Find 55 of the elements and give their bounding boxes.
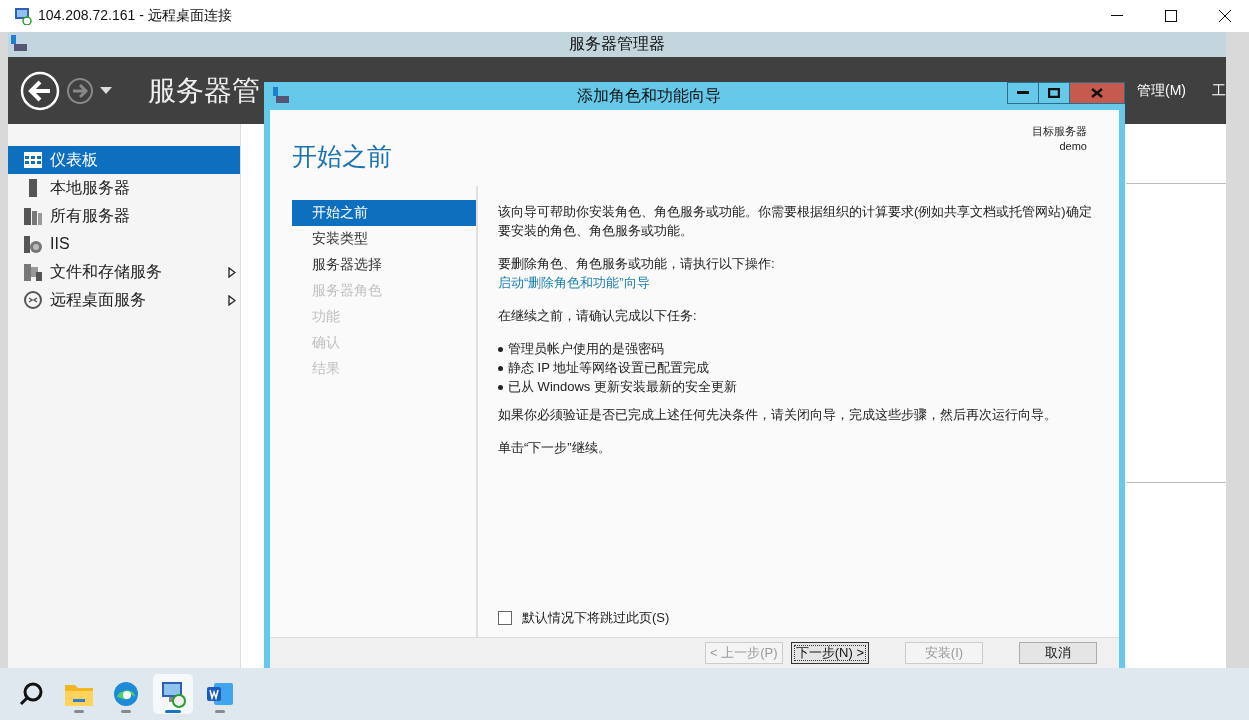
file-server-icon — [24, 263, 42, 281]
window-title: 104.208.72.161 - 远程桌面连接 — [38, 7, 233, 25]
maximize-icon — [1165, 10, 1177, 22]
remote-taskbar-icon[interactable] — [153, 674, 193, 714]
minimize-icon — [1017, 91, 1029, 95]
expand-arrow-icon[interactable] — [228, 294, 236, 306]
dropdown-caret-icon[interactable] — [100, 86, 112, 95]
sidebar-item[interactable]: 仪表板 — [8, 146, 240, 174]
bullet-icon — [498, 347, 503, 352]
wizard-icon — [272, 87, 290, 105]
tasks-intro: 在继续之前，请确认完成以下任务: — [498, 307, 698, 325]
menu-item[interactable]: 管理(M) — [1137, 81, 1186, 100]
remove-wizard-link[interactable]: 启动“删除角色和功能”向导 — [498, 275, 650, 290]
wizard-button[interactable]: 取消 — [1019, 642, 1097, 664]
page-title: 服务器管 — [148, 73, 260, 108]
target-server-name: demo — [1058, 139, 1087, 154]
sidebar-item[interactable]: IIS — [8, 230, 240, 258]
skip-checkbox[interactable] — [498, 610, 512, 625]
expand-arrow-icon[interactable] — [228, 266, 236, 278]
maximize-icon — [1048, 88, 1060, 98]
close-icon — [1091, 88, 1103, 98]
checkbox-label: 默认情况下将跳过此页(S) — [522, 609, 670, 627]
wizard-step[interactable]: 安装类型 — [292, 226, 476, 252]
iis-server-icon — [24, 235, 42, 253]
wizard-step[interactable]: 开始之前 — [292, 200, 476, 226]
server-manager-icon — [10, 35, 28, 53]
intro-text: 该向导可帮助你安装角色、角色服务或功能。你需要根据组织的计算要求(例如共享文档或托管网站)确定要安装的角色、角色服务或功能。 — [498, 203, 1093, 240]
forward-button[interactable] — [66, 76, 94, 105]
verify-note: 如果你必须验证是否已完成上述任何先决条件，请关闭向导，完成这些步骤，然后再次运行向导。 — [498, 406, 1058, 424]
servers-icon — [24, 207, 42, 225]
bullet-icon — [498, 366, 503, 371]
task-item: 已从 Windows 更新安装最新的安全更新 — [508, 378, 737, 396]
sidebar-item[interactable]: 远程桌面服务 — [8, 286, 240, 314]
menu-item[interactable]: 工 — [1212, 81, 1226, 100]
dialog-title: 添加角色和功能向导 — [575, 85, 722, 106]
close-button[interactable] — [1070, 83, 1124, 103]
minimize-icon — [1111, 15, 1123, 17]
next-note: 单击“下一步”继续。 — [498, 439, 612, 457]
close-icon — [1219, 10, 1231, 22]
sidebar-item[interactable]: 本地服务器 — [8, 174, 240, 202]
target-server-label: 目标服务器 — [1032, 124, 1087, 139]
remote-desktop-icon — [24, 291, 42, 309]
sidebar-item[interactable]: 所有服务器 — [8, 202, 240, 230]
dashboard-icon — [24, 152, 42, 168]
wizard-button[interactable]: 下一步(N) > — [790, 642, 869, 664]
page-heading: 开始之前 — [292, 141, 392, 172]
task-item: 管理员帐户使用的是强密码 — [508, 340, 664, 358]
app-title: 服务器管理器 — [569, 34, 665, 54]
remote-desktop-icon — [14, 7, 32, 25]
sidebar-item[interactable]: 文件和存储服务 — [8, 258, 240, 286]
wizard-step[interactable]: 服务器选择 — [292, 252, 476, 278]
remove-instruction: 要删除角色、角色服务或功能，请执行以下操作: — [498, 255, 776, 273]
task-item: 静态 IP 地址等网络设置已配置完成 — [508, 359, 710, 377]
back-button[interactable] — [20, 70, 60, 111]
bullet-icon — [498, 385, 503, 390]
